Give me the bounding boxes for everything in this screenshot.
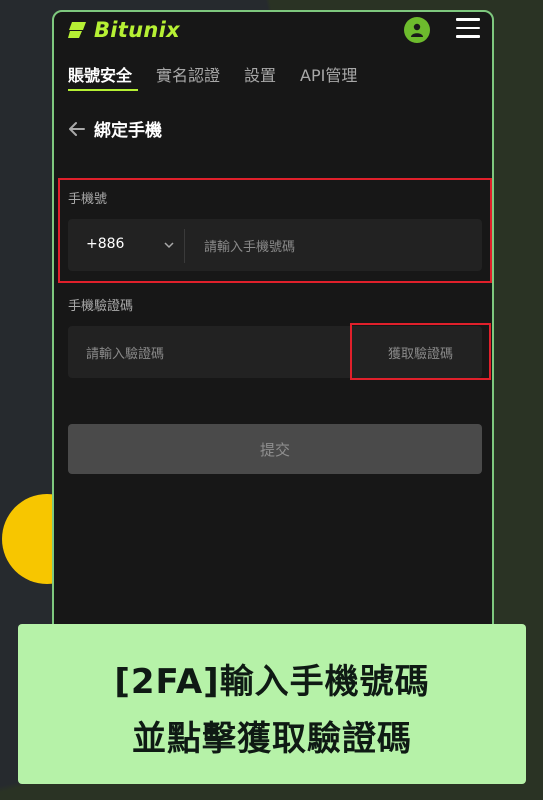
instruction-caption: [2FA]輸入手機號碼 並點擊獲取驗證碼 <box>18 624 526 784</box>
page-title: 綁定手機 <box>94 121 162 141</box>
back-arrow-icon[interactable] <box>68 120 86 138</box>
highlight-get-code <box>350 323 491 380</box>
tab-settings[interactable]: 設置 <box>244 62 276 86</box>
caption-line-2: 並點擊獲取驗證碼 <box>132 719 412 759</box>
bitunix-logo-icon <box>68 21 88 39</box>
active-tab-indicator <box>68 89 138 91</box>
user-avatar-icon[interactable] <box>404 17 430 43</box>
tab-identity-verification[interactable]: 實名認證 <box>156 62 220 86</box>
submit-button[interactable]: 提交 <box>68 424 482 474</box>
page-header: 綁定手機 <box>68 116 162 141</box>
caption-line-1: [2FA]輸入手機號碼 <box>114 662 430 702</box>
brand-logo[interactable]: Bitunix <box>68 18 180 42</box>
hamburger-menu-icon[interactable] <box>456 18 480 40</box>
highlight-phone-number <box>58 178 492 283</box>
app-header: Bitunix <box>54 12 492 60</box>
tab-account-security[interactable]: 賬號安全 <box>68 62 132 86</box>
account-tabs: 賬號安全 實名認證 設置 API管理 <box>68 62 381 86</box>
brand-name: Bitunix <box>94 18 180 42</box>
verification-code-input[interactable]: 請輸入驗證碼 <box>86 343 164 362</box>
tab-api-management[interactable]: API管理 <box>300 62 357 86</box>
verification-code-label: 手機驗證碼 <box>68 299 134 314</box>
